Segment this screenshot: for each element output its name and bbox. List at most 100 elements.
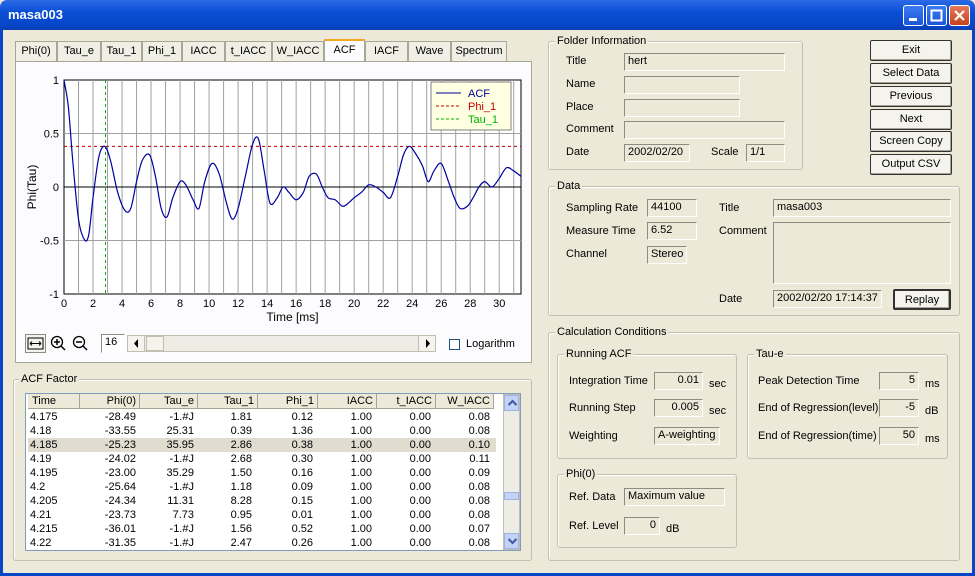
weighting-label: Weighting	[569, 430, 618, 442]
table-cell: 0.08	[468, 509, 490, 521]
table-cell: 0.00	[409, 439, 431, 451]
scale-label: Scale	[711, 146, 739, 158]
table-cell: 7.73	[172, 509, 194, 521]
logarithm-checkbox[interactable]	[449, 339, 460, 350]
tab-phi-1[interactable]: Phi_1	[142, 41, 182, 61]
sampling-rate-label: Sampling Rate	[566, 202, 639, 214]
table-row[interactable]: 4.195 -23.00 35.29 1.50 0.16 1.00 0.00 0.09	[28, 466, 496, 480]
table-cell: 0.08	[468, 425, 490, 437]
arrow-left-icon	[134, 339, 138, 348]
minimize-button[interactable]	[903, 5, 924, 26]
tab-iacf[interactable]: IACF	[365, 41, 408, 61]
folder-title-field: hert	[624, 53, 785, 71]
vertical-scrollbar[interactable]	[503, 394, 520, 550]
table-cell: -33.55	[104, 425, 136, 437]
running-step-label: Running Step	[569, 402, 636, 414]
x-tick-label: 8	[177, 298, 183, 310]
table-row[interactable]: 4.2 -25.64 -1.#J 1.18 0.09 1.00 0.00 0.08	[28, 480, 496, 494]
legend-entry: ACF	[468, 88, 490, 100]
table-cell: -24.34	[104, 495, 136, 507]
x-tick-label: 22	[377, 298, 389, 310]
scroll-right-button[interactable]	[418, 336, 435, 351]
tab-acf[interactable]: ACF	[324, 39, 365, 62]
column-header-iacc[interactable]: IACC	[318, 394, 377, 409]
scale-field: 1/1	[746, 144, 785, 162]
zoom-out-button[interactable]	[70, 334, 90, 353]
table-row[interactable]: 4.175 -28.49 -1.#J 1.81 0.12 1.00 0.00 0.08	[28, 410, 496, 424]
next-button[interactable]: Next	[870, 109, 952, 130]
tab-tau-e[interactable]: Tau_e	[57, 41, 101, 61]
table-row[interactable]: 4.22 -31.35 -1.#J 2.47 0.26 1.00 0.00 0.08	[28, 536, 496, 550]
data-title-label: Title	[719, 202, 740, 214]
table-cell: 0.38	[291, 439, 313, 451]
scroll-thumb-vertical[interactable]	[504, 492, 519, 500]
table-cell: -36.01	[104, 523, 136, 535]
close-button[interactable]	[949, 5, 970, 26]
table-row[interactable]: 4.21 -23.73 7.73 0.95 0.01 1.00 0.00 0.08	[28, 508, 496, 522]
legend-entry: Tau_1	[468, 114, 498, 126]
ref-level-unit: dB	[666, 523, 680, 535]
previous-button[interactable]: Previous	[870, 86, 952, 107]
table-cell: 0.26	[291, 537, 313, 549]
tab-iacc[interactable]: IACC	[182, 41, 225, 61]
table-cell: -1.#J	[169, 481, 194, 493]
column-header-phi-0-[interactable]: Phi(0)	[80, 394, 140, 409]
column-header-w-iacc[interactable]: W_IACC	[436, 394, 494, 409]
peak-detection-field: 5	[879, 372, 919, 390]
tab-wave[interactable]: Wave	[408, 41, 451, 61]
folder-place-label: Place	[566, 101, 594, 113]
tab-t-iacc[interactable]: t_IACC	[225, 41, 272, 61]
scroll-left-button[interactable]	[128, 336, 145, 351]
select-data-button[interactable]: Select Data	[870, 63, 952, 84]
x-tick-label: 20	[348, 298, 360, 310]
table-row[interactable]: 4.205 -24.34 11.31 8.28 0.15 1.00 0.00 0.08	[28, 494, 496, 508]
table-cell: 1.00	[350, 537, 372, 549]
x-tick-label: 30	[493, 298, 505, 310]
column-header-phi-1[interactable]: Phi_1	[258, 394, 318, 409]
x-tick-label: 10	[203, 298, 215, 310]
scroll-down-button[interactable]	[504, 533, 519, 549]
table-cell: 4.18	[30, 425, 52, 437]
ref-level-field: 0	[624, 517, 660, 535]
zoom-in-button[interactable]	[48, 334, 68, 353]
table-cell: 1.00	[350, 439, 372, 451]
table-cell: 0.08	[468, 537, 490, 549]
column-header-t-iacc[interactable]: t_IACC	[377, 394, 436, 409]
table-cell: 2.86	[230, 439, 252, 451]
table-cell: 0.11	[469, 453, 490, 465]
tab-spectrum[interactable]: Spectrum	[451, 41, 507, 61]
scroll-up-button[interactable]	[504, 395, 519, 411]
table-cell: 0.30	[291, 453, 313, 465]
table-row[interactable]: 4.185 -25.23 35.95 2.86 0.38 1.00 0.00 0.10	[28, 438, 496, 452]
table-cell: 4.175	[30, 411, 58, 423]
tab-phi-0-[interactable]: Phi(0)	[15, 41, 57, 61]
table-row[interactable]: 4.18 -33.55 25.31 0.39 1.36 1.00 0.00 0.08	[28, 424, 496, 438]
output-csv-button[interactable]: Output CSV	[870, 154, 952, 175]
maximize-button[interactable]	[926, 5, 947, 26]
table-row[interactable]: 4.19 -24.02 -1.#J 2.68 0.30 1.00 0.00 0.11	[28, 452, 496, 466]
table-cell: 1.00	[350, 509, 372, 521]
table-cell: 1.00	[350, 523, 372, 535]
table-row[interactable]: 4.215 -36.01 -1.#J 1.56 0.52 1.00 0.00 0.07	[28, 522, 496, 536]
table-cell: 0.08	[468, 495, 490, 507]
column-header-time[interactable]: Time	[28, 394, 80, 409]
exit-button[interactable]: Exit	[870, 40, 952, 61]
table-cell: 1.00	[350, 411, 372, 423]
page-field[interactable]: 16	[101, 334, 125, 353]
table-cell: 4.205	[30, 495, 58, 507]
screen-copy-button[interactable]: Screen Copy	[870, 131, 952, 152]
table-cell: 0.07	[468, 523, 490, 535]
tab-w-iacc[interactable]: W_IACC	[272, 41, 324, 61]
column-header-tau-e[interactable]: Tau_e	[140, 394, 198, 409]
x-tick-label: 28	[464, 298, 476, 310]
table-cell: 0.00	[409, 481, 431, 493]
replay-button[interactable]: Replay	[893, 289, 951, 310]
title-bar[interactable]: masa003	[0, 0, 975, 30]
tab-tau-1[interactable]: Tau_1	[101, 41, 142, 61]
fit-width-button[interactable]	[25, 334, 46, 353]
scroll-thumb[interactable]	[146, 336, 164, 351]
horizontal-scrollbar[interactable]	[127, 335, 436, 352]
minimize-icon	[909, 18, 917, 21]
table-cell: 1.81	[230, 411, 252, 423]
column-header-tau-1[interactable]: Tau_1	[198, 394, 258, 409]
